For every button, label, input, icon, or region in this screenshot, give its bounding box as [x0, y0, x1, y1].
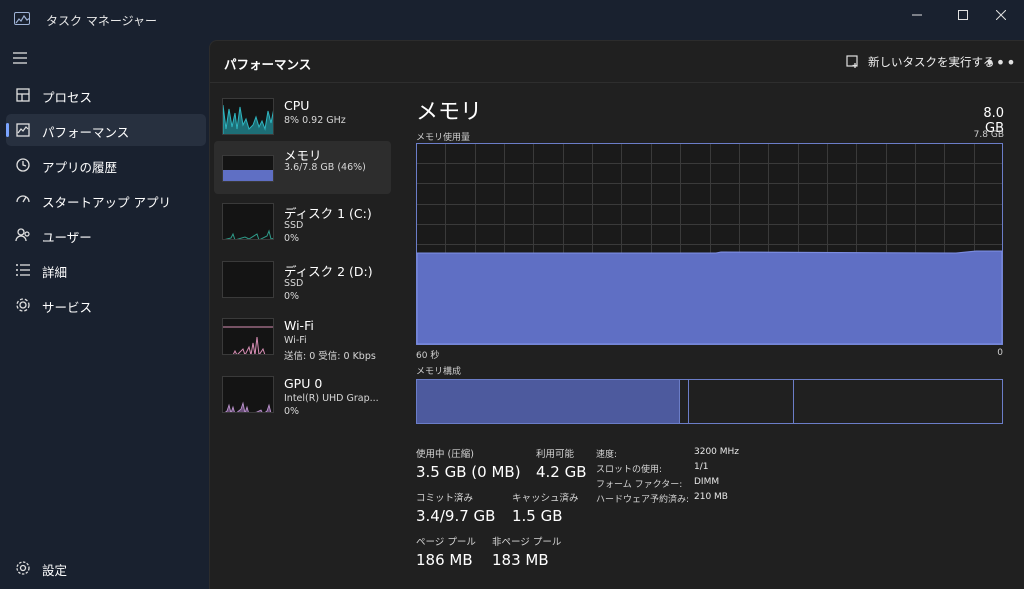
nav-label: パフォーマンス [42, 125, 130, 140]
close-button[interactable] [978, 0, 1024, 30]
usage-graph-x-right: 0 [997, 348, 1003, 358]
nav-item-app-history[interactable]: アプリの履歴 [6, 149, 206, 181]
services-icon [16, 298, 30, 312]
resource-usage: 0% [284, 406, 300, 417]
cached-label: キャッシュ済み [512, 493, 579, 504]
nonpaged-pool-label: 非ページ プール [492, 537, 562, 548]
resource-name: Wi-Fi [284, 318, 314, 333]
startup-icon [16, 195, 30, 203]
gpu-mini-graph [222, 376, 274, 413]
usage-graph-x-left: 60 秒 [416, 351, 440, 361]
processes-icon [16, 88, 30, 102]
resource-throughput: 送信: 0 受信: 0 Kbps [284, 351, 376, 362]
main-panel: パフォーマンス 新しいタスクを実行する ••• CPU 8% 0.92 GHz … [209, 40, 1024, 589]
maximize-icon [958, 10, 968, 20]
resource-detail: Wi-Fi [284, 335, 307, 346]
disk-c-mini-graph [222, 203, 274, 240]
task-manager-window: タスク マネージャー プロセス パフォーマンス アプリの履歴 スタートアップ ア… [0, 0, 1024, 589]
nav-item-details[interactable]: 詳細 [6, 254, 206, 286]
resource-detail: SSD [284, 278, 304, 289]
settings-icon [16, 561, 30, 575]
cpu-mini-graph [222, 98, 274, 135]
resource-item-disk-c[interactable]: ディスク 1 (C:) SSD 0% [214, 199, 391, 252]
usage-graph-label: メモリ使用量 [416, 133, 471, 143]
spec-key: 速度: [596, 450, 618, 460]
nav-label: アプリの履歴 [42, 160, 118, 175]
spec-value: 3200 MHz [694, 447, 740, 457]
run-new-task-button[interactable]: 新しいタスクを実行する [846, 51, 995, 73]
paged-pool-label: ページ プール [416, 537, 476, 548]
committed-value: 3.4/9.7 GB [416, 507, 496, 525]
new-task-icon [846, 55, 858, 68]
resource-detail: Intel(R) UHD Grap... [284, 393, 379, 404]
nav-label: ユーザー [42, 230, 92, 245]
nav-item-settings[interactable]: 設定 [6, 552, 206, 584]
nav-item-services[interactable]: サービス [6, 289, 206, 321]
resource-name: CPU [284, 98, 310, 113]
memory-mini-graph [222, 155, 274, 182]
nav-label: サービス [42, 300, 93, 315]
close-icon [996, 10, 1006, 20]
resource-item-cpu[interactable]: CPU 8% 0.92 GHz [214, 94, 391, 147]
composition-label: メモリ構成 [416, 367, 462, 377]
resource-detail: 3.6/7.8 GB (46%) [284, 162, 366, 173]
disk-d-mini-graph [222, 261, 274, 298]
usage-graph-max: 7.8 GB [973, 130, 1004, 140]
committed-label: コミット済み [416, 493, 474, 504]
resource-detail: 8% 0.92 GHz [284, 115, 346, 126]
resource-usage: 0% [284, 291, 300, 302]
wifi-mini-graph [222, 318, 274, 355]
title-bar: タスク マネージャー [0, 0, 1024, 40]
minimize-icon [912, 14, 922, 16]
details-icon [16, 264, 30, 276]
minimize-button[interactable] [894, 0, 940, 30]
hamburger-icon [13, 52, 27, 64]
resource-item-disk-d[interactable]: ディスク 2 (D:) SSD 0% [214, 257, 391, 310]
resource-item-gpu[interactable]: GPU 0 Intel(R) UHD Grap... 0% [214, 372, 391, 425]
resource-item-wifi[interactable]: Wi-Fi Wi-Fi 送信: 0 受信: 0 Kbps [214, 314, 391, 367]
nav-item-users[interactable]: ユーザー [6, 219, 206, 251]
spec-key: フォーム ファクター: [596, 480, 683, 490]
memory-composition-bar [416, 379, 1003, 424]
nonpaged-pool-value: 183 MB [492, 551, 549, 569]
paged-pool-value: 186 MB [416, 551, 473, 569]
run-new-task-label: 新しいタスクを実行する [868, 55, 995, 69]
main-header: パフォーマンス 新しいタスクを実行する ••• [210, 41, 1024, 83]
history-icon [16, 158, 30, 172]
more-options-button[interactable]: ••• [985, 51, 1015, 73]
page-title: パフォーマンス [224, 57, 312, 72]
composition-in-use [417, 380, 681, 423]
available-value: 4.2 GB [536, 463, 587, 481]
hamburger-menu-button[interactable] [12, 50, 32, 70]
spec-key: スロットの使用: [596, 465, 663, 475]
memory-usage-graph [416, 143, 1003, 345]
nav-label: 詳細 [42, 265, 68, 280]
cached-value: 1.5 GB [512, 507, 563, 525]
available-label: 利用可能 [536, 449, 575, 460]
spec-value: 1/1 [694, 462, 709, 472]
active-indicator [6, 123, 9, 137]
detail-title: メモリ [416, 100, 483, 125]
nav-label: スタートアップ アプリ [42, 195, 171, 210]
composition-modified [680, 380, 690, 423]
spec-value: 210 MB [694, 492, 728, 502]
spec-key: ハードウェア予約済み: [596, 495, 690, 505]
resource-name: GPU 0 [284, 376, 323, 391]
resource-usage: 0% [284, 233, 300, 244]
composition-standby [689, 380, 795, 423]
in-use-label: 使用中 (圧縮) [416, 449, 474, 460]
resource-item-memory[interactable]: メモリ 3.6/7.8 GB (46%) [214, 141, 391, 194]
users-icon [15, 228, 30, 242]
nav-item-performance[interactable]: パフォーマンス [6, 114, 206, 146]
spec-value: DIMM [694, 477, 720, 487]
performance-icon [16, 123, 30, 137]
resource-detail: SSD [284, 220, 304, 231]
nav-item-processes[interactable]: プロセス [6, 79, 206, 111]
nav-label: 設定 [42, 563, 68, 578]
window-title: タスク マネージャー [46, 14, 157, 28]
nav-label: プロセス [42, 90, 93, 105]
in-use-value: 3.5 GB (0 MB) [416, 463, 521, 481]
task-manager-app-icon [14, 12, 30, 25]
nav-item-startup-apps[interactable]: スタートアップ アプリ [6, 184, 206, 216]
